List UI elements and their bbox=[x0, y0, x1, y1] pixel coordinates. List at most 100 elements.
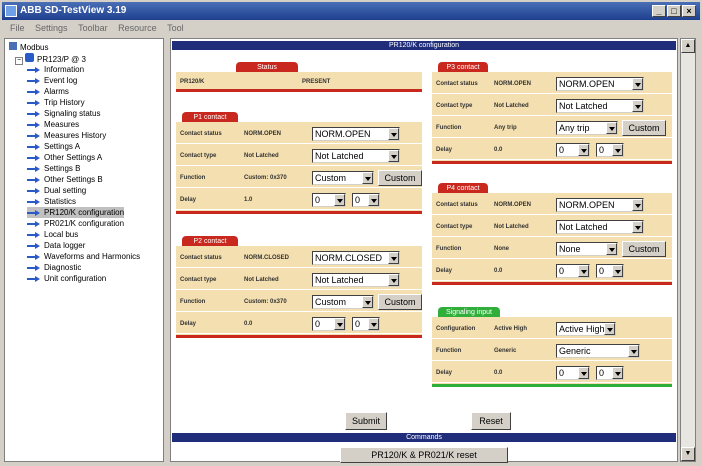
scroll-down-icon[interactable]: ▼ bbox=[681, 447, 695, 461]
custom-button[interactable]: Custom bbox=[378, 170, 422, 186]
tree-item[interactable]: Data logger bbox=[27, 240, 85, 251]
chevron-down-icon[interactable] bbox=[606, 243, 617, 255]
chevron-down-icon[interactable] bbox=[362, 296, 373, 308]
setting-dropdown[interactable]: Custom bbox=[312, 171, 374, 185]
tree-device[interactable]: − PR123/P @ 3 bbox=[15, 53, 86, 65]
setting-current-value: NORM.OPEN bbox=[244, 131, 282, 137]
tree-item[interactable]: Measures History bbox=[27, 130, 106, 141]
setting-dropdown[interactable]: None bbox=[556, 242, 618, 256]
setting-dropdown[interactable]: NORM.CLOSED bbox=[312, 251, 400, 265]
chevron-down-icon[interactable] bbox=[334, 194, 345, 206]
tree-item[interactable]: Signaling status bbox=[27, 108, 100, 119]
tree-item[interactable]: Settings A bbox=[27, 141, 80, 152]
arrow-right-icon bbox=[27, 253, 41, 260]
menu-file[interactable]: File bbox=[10, 23, 25, 33]
tree-item[interactable]: Alarms bbox=[27, 86, 69, 97]
chevron-down-icon[interactable] bbox=[368, 194, 379, 206]
tree-item[interactable]: Trip History bbox=[27, 97, 85, 108]
chevron-down-icon[interactable] bbox=[612, 144, 623, 156]
minimize-button[interactable]: _ bbox=[652, 5, 666, 17]
signaling-input-panel: Configuration Active High Active High Funct… bbox=[432, 317, 672, 387]
custom-button[interactable]: Custom bbox=[622, 241, 666, 257]
chevron-down-icon[interactable] bbox=[632, 100, 643, 112]
scroll-up-icon[interactable]: ▲ bbox=[681, 39, 695, 53]
tree-root-modbus[interactable]: Modbus bbox=[9, 42, 48, 53]
expand-icon[interactable]: − bbox=[15, 57, 23, 65]
setting-dropdown[interactable]: NORM.OPEN bbox=[312, 127, 400, 141]
tree-item[interactable]: Other Settings B bbox=[27, 174, 103, 185]
setting-dropdown[interactable]: NORM.OPEN bbox=[556, 198, 644, 212]
tree-item[interactable]: Statistics bbox=[27, 196, 76, 207]
setting-dropdown[interactable]: 0 bbox=[312, 193, 346, 207]
chevron-down-icon[interactable] bbox=[388, 128, 399, 140]
custom-button[interactable]: Custom bbox=[378, 294, 422, 310]
chevron-down-icon[interactable] bbox=[334, 318, 345, 330]
setting-dropdown[interactable]: Any trip bbox=[556, 121, 618, 135]
setting-dropdown[interactable]: Custom bbox=[312, 295, 374, 309]
tree-item[interactable]: Measures bbox=[27, 119, 79, 130]
setting-dropdown[interactable]: NORM.OPEN bbox=[556, 77, 644, 91]
setting-dropdown[interactable]: Not Latched bbox=[312, 273, 400, 287]
setting-dropdown[interactable]: Not Latched bbox=[556, 99, 644, 113]
setting-row: Contact status NORM.OPEN NORM.OPEN bbox=[176, 124, 422, 144]
setting-dropdown[interactable]: 0 bbox=[556, 366, 590, 380]
setting-dropdown[interactable]: Generic bbox=[556, 344, 640, 358]
chevron-down-icon[interactable] bbox=[632, 221, 643, 233]
tree-item[interactable]: Diagnostic bbox=[27, 262, 81, 273]
chevron-down-icon[interactable] bbox=[388, 252, 399, 264]
menu-toolbar[interactable]: Toolbar bbox=[78, 23, 108, 33]
tree-item[interactable]: Settings B bbox=[27, 163, 80, 174]
chevron-down-icon[interactable] bbox=[628, 345, 639, 357]
p1-contact-panel: Contact status NORM.OPEN NORM.OPEN Contact … bbox=[176, 122, 422, 214]
tree-item[interactable]: Information bbox=[27, 64, 84, 75]
chevron-down-icon[interactable] bbox=[578, 265, 589, 277]
tree-item[interactable]: Unit configuration bbox=[27, 273, 106, 284]
setting-dropdown[interactable]: Not Latched bbox=[556, 220, 644, 234]
setting-row: Delay 0.0 0 0 bbox=[432, 363, 672, 383]
setting-dropdown[interactable]: 0 bbox=[312, 317, 346, 331]
chevron-down-icon[interactable] bbox=[578, 144, 589, 156]
setting-label: Delay bbox=[436, 268, 453, 274]
vertical-scrollbar[interactable]: ▲ ▼ bbox=[680, 38, 696, 462]
custom-button[interactable]: Custom bbox=[622, 120, 666, 136]
chevron-down-icon[interactable] bbox=[632, 199, 643, 211]
chevron-down-icon[interactable] bbox=[388, 150, 399, 162]
chevron-down-icon[interactable] bbox=[604, 323, 615, 335]
chevron-down-icon[interactable] bbox=[388, 274, 399, 286]
setting-dropdown[interactable]: Not Latched bbox=[312, 149, 400, 163]
submit-button[interactable]: Submit bbox=[345, 412, 387, 430]
setting-dropdown[interactable]: Active High bbox=[556, 322, 616, 336]
tree-item[interactable]: PR021/K configuration bbox=[27, 218, 124, 229]
tree-item[interactable]: Waveforms and Harmonics bbox=[27, 251, 140, 262]
tree-item[interactable]: PR120/K configuration bbox=[27, 207, 125, 218]
pr120k-reset-button[interactable]: PR120/K & PR021/K reset bbox=[340, 447, 508, 463]
delay-fraction-dropdown[interactable]: 0 bbox=[596, 143, 624, 157]
chevron-down-icon[interactable] bbox=[362, 172, 373, 184]
chevron-down-icon[interactable] bbox=[612, 367, 623, 379]
delay-fraction-dropdown[interactable]: 0 bbox=[596, 264, 624, 278]
chevron-down-icon[interactable] bbox=[368, 318, 379, 330]
reset-button[interactable]: Reset bbox=[471, 412, 511, 430]
setting-current-value: Not Latched bbox=[494, 224, 529, 230]
maximize-button[interactable]: □ bbox=[667, 5, 681, 17]
setting-current-value: Custom: 0x370 bbox=[244, 175, 287, 181]
chevron-down-icon[interactable] bbox=[578, 367, 589, 379]
tree-item[interactable]: Other Settings A bbox=[27, 152, 102, 163]
chevron-down-icon[interactable] bbox=[612, 265, 623, 277]
delay-fraction-dropdown[interactable]: 0 bbox=[596, 366, 624, 380]
setting-label: Delay bbox=[436, 370, 453, 376]
tree-item[interactable]: Dual setting bbox=[27, 185, 86, 196]
tree-item[interactable]: Event log bbox=[27, 75, 77, 86]
delay-fraction-dropdown[interactable]: 0 bbox=[352, 193, 380, 207]
delay-fraction-dropdown[interactable]: 0 bbox=[352, 317, 380, 331]
chevron-down-icon[interactable] bbox=[606, 122, 617, 134]
menu-tool[interactable]: Tool bbox=[167, 23, 184, 33]
tree-item[interactable]: Local bus bbox=[27, 229, 78, 240]
chevron-down-icon[interactable] bbox=[632, 78, 643, 90]
setting-dropdown[interactable]: 0 bbox=[556, 143, 590, 157]
menu-settings[interactable]: Settings bbox=[35, 23, 68, 33]
setting-dropdown[interactable]: 0 bbox=[556, 264, 590, 278]
close-button[interactable]: × bbox=[682, 5, 696, 17]
setting-row: Contact type Not Latched Not Latched bbox=[176, 270, 422, 290]
menu-resource[interactable]: Resource bbox=[118, 23, 157, 33]
